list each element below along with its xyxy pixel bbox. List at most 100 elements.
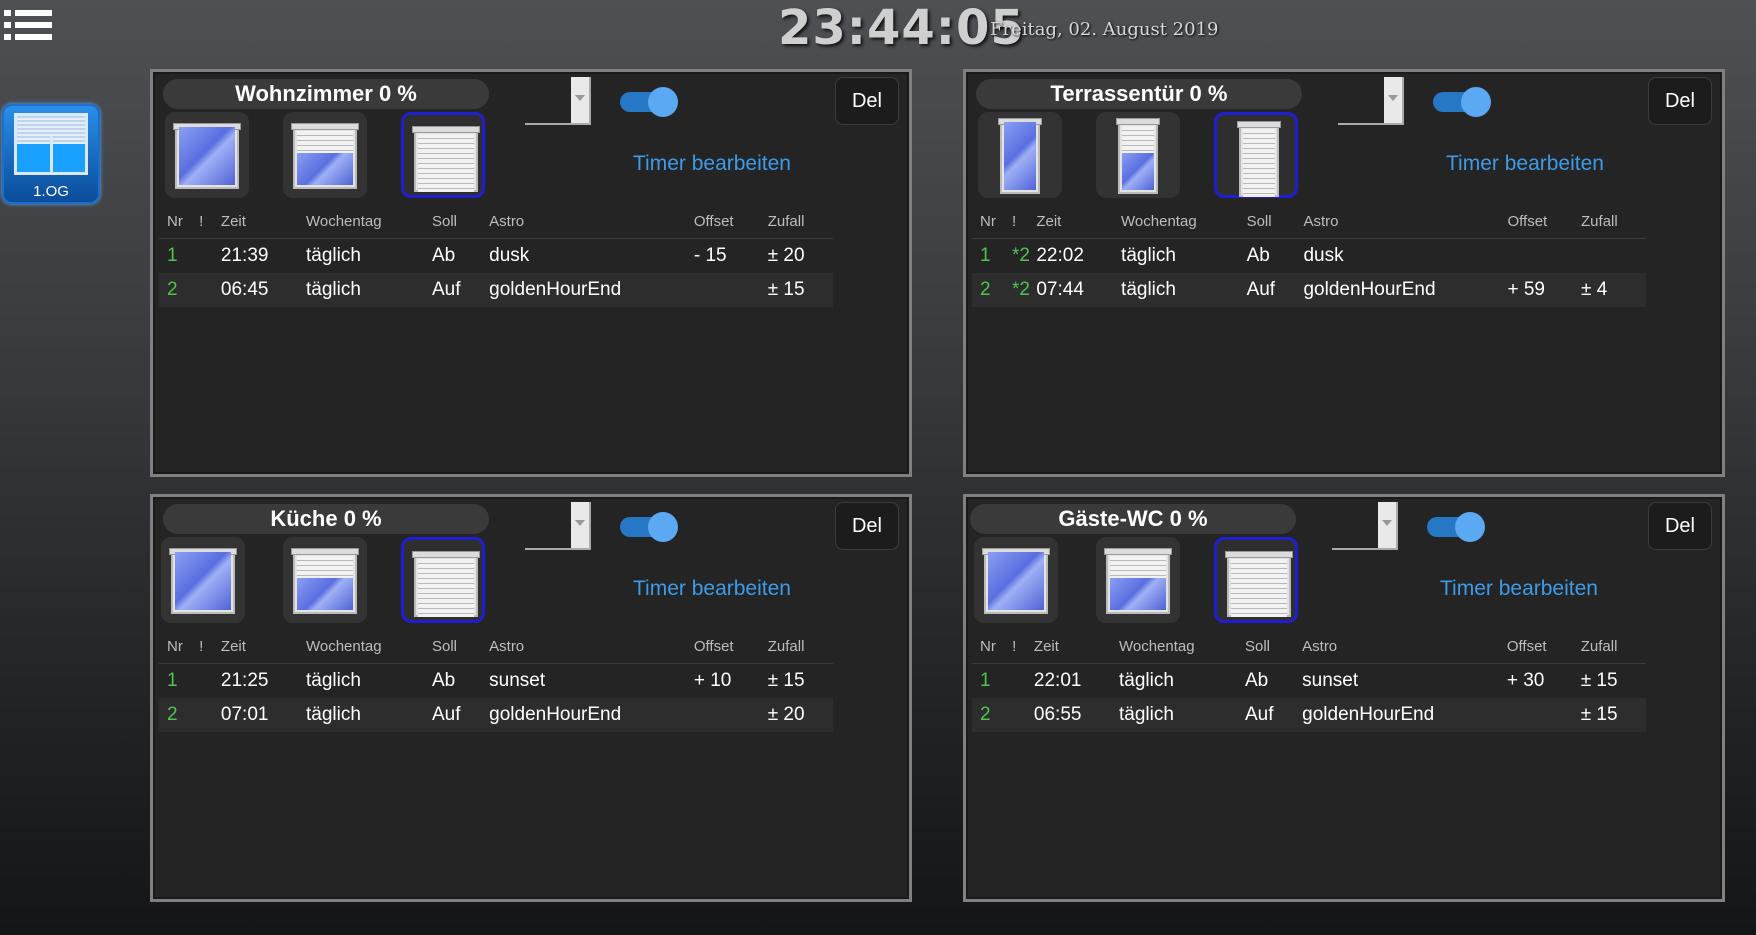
- table-row[interactable]: 2 *2 07:44 täglich Auf goldenHourEnd + 59 ± 4: [972, 273, 1646, 307]
- column-header: Offset: [693, 629, 768, 664]
- column-header: Wochentag: [305, 629, 432, 664]
- window-half-icon: [1116, 118, 1160, 194]
- close-button[interactable]: [1214, 537, 1298, 623]
- edit-timer-link[interactable]: Timer bearbeiten: [1440, 577, 1598, 601]
- mode-dropdown[interactable]: [1338, 77, 1404, 125]
- window-open-icon: [173, 123, 241, 189]
- column-header: Zeit: [220, 629, 306, 664]
- cell-wochentag: täglich: [305, 670, 361, 691]
- cell-nr: 1: [980, 245, 991, 266]
- cell-wochentag: täglich: [305, 698, 432, 732]
- open-button[interactable]: [978, 112, 1062, 198]
- window-open-icon: [169, 548, 237, 614]
- cell-offset: [693, 698, 768, 732]
- timer-table: Nr! Zeit Wochentag Soll Astro Offset Zufall 1 21…: [159, 204, 833, 307]
- close-button[interactable]: [401, 112, 485, 198]
- column-header: !: [199, 204, 221, 239]
- edit-timer-link[interactable]: Timer bearbeiten: [633, 152, 791, 176]
- column-header: Zufall: [1581, 204, 1646, 239]
- cell-offset: + 10: [693, 670, 732, 691]
- menu-icon[interactable]: [4, 8, 52, 48]
- cell-ex: [199, 239, 221, 274]
- close-button[interactable]: [1214, 112, 1298, 198]
- window-closed-icon: [1237, 121, 1281, 197]
- window-icon: [14, 113, 88, 175]
- half-button[interactable]: [1096, 537, 1180, 623]
- delete-button[interactable]: Del: [1648, 502, 1712, 550]
- mode-dropdown[interactable]: [1332, 502, 1398, 550]
- table-row[interactable]: 2 06:55 täglich Auf goldenHourEnd ± 15: [972, 698, 1646, 732]
- table-row[interactable]: 1 *2 22:02 täglich Ab dusk: [972, 239, 1646, 274]
- column-header: Zeit: [220, 204, 306, 239]
- column-header: Astro: [1303, 204, 1508, 239]
- cell-zeit: 21:39: [220, 245, 269, 266]
- cell-zeit: 07:01: [220, 698, 306, 732]
- clock-time: 23:44:05: [778, 0, 1025, 56]
- cell-nr: 2: [159, 698, 200, 732]
- window-half-icon: [291, 123, 359, 189]
- delete-button[interactable]: Del: [1648, 77, 1712, 125]
- cell-zufall: ± 15: [767, 273, 833, 307]
- table-row[interactable]: 1 21:39 täglich Ab dusk - 15 ± 20: [159, 239, 833, 274]
- chevron-down-icon: [575, 95, 585, 101]
- cell-offset: [693, 273, 768, 307]
- window-half-icon: [1104, 548, 1172, 614]
- open-button[interactable]: [974, 537, 1058, 623]
- column-header: Soll: [431, 204, 490, 239]
- cell-zufall: ± 20: [767, 698, 833, 732]
- timer-toggle[interactable]: [618, 87, 678, 117]
- cell-wochentag: täglich: [305, 273, 432, 307]
- cell-nr: 1: [167, 245, 178, 266]
- mode-dropdown[interactable]: [525, 502, 591, 550]
- floor-button[interactable]: 1.OG: [2, 104, 100, 204]
- window-open-icon: [998, 118, 1042, 194]
- half-button[interactable]: [283, 112, 367, 198]
- column-header: Zufall: [767, 629, 833, 664]
- cell-offset: - 15: [693, 245, 727, 266]
- half-button[interactable]: [1096, 112, 1180, 198]
- cell-nr: 2: [159, 273, 200, 307]
- cell-soll: Auf: [431, 273, 490, 307]
- timer-toggle[interactable]: [1431, 87, 1491, 117]
- window-closed-icon: [412, 551, 480, 617]
- open-button[interactable]: [165, 112, 249, 198]
- timer-toggle[interactable]: [1425, 512, 1485, 542]
- table-row[interactable]: 2 07:01 täglich Auf goldenHourEnd ± 20: [159, 698, 833, 732]
- cell-zufall: ± 4: [1581, 273, 1646, 307]
- delete-button[interactable]: Del: [835, 77, 899, 125]
- half-button[interactable]: [283, 537, 367, 623]
- column-header: Offset: [693, 204, 768, 239]
- cell-nr: 1: [980, 670, 991, 691]
- cell-zufall: [1581, 239, 1646, 274]
- panel-title: Gäste-WC 0 %: [970, 504, 1296, 534]
- cell-ex: [199, 664, 221, 699]
- panel-terrassentuer: Terrassentür 0 % Del Timer bearbeiten Nr! Z…: [963, 69, 1725, 477]
- edit-timer-link[interactable]: Timer bearbeiten: [633, 577, 791, 601]
- cell-soll: Ab: [1246, 245, 1270, 266]
- column-header: Soll: [1246, 204, 1304, 239]
- column-header: !: [1011, 204, 1037, 239]
- column-header: Offset: [1507, 204, 1582, 239]
- close-button[interactable]: [401, 537, 485, 623]
- table-row[interactable]: 1 22:01 täglich Ab sunset + 30 ± 15: [972, 664, 1646, 699]
- table-row[interactable]: 1 21:25 täglich Ab sunset + 10 ± 15: [159, 664, 833, 699]
- column-header: Zeit: [1036, 204, 1122, 239]
- cell-nr: 2: [972, 273, 1012, 307]
- cell-ex: [1012, 664, 1034, 699]
- delete-button[interactable]: Del: [835, 502, 899, 550]
- cell-ex: *2: [1011, 273, 1037, 307]
- column-header: Wochentag: [305, 204, 432, 239]
- column-header: Wochentag: [1118, 629, 1245, 664]
- open-button[interactable]: [161, 537, 245, 623]
- cell-zufall: ± 15: [767, 670, 805, 691]
- mode-dropdown[interactable]: [525, 77, 591, 125]
- cell-zeit: 21:25: [220, 670, 269, 691]
- cell-soll: Ab: [1244, 670, 1269, 691]
- timer-toggle[interactable]: [618, 512, 678, 542]
- panel-gaeste-wc: Gäste-WC 0 % Del Timer bearbeiten Nr! Zeit W…: [963, 494, 1725, 902]
- edit-timer-link[interactable]: Timer bearbeiten: [1446, 152, 1604, 176]
- table-row[interactable]: 2 06:45 täglich Auf goldenHourEnd ± 15: [159, 273, 833, 307]
- cell-ex: [199, 273, 221, 307]
- timer-table: Nr! Zeit Wochentag Soll Astro Offset Zufall 1 *2…: [972, 204, 1646, 307]
- cell-soll: Ab: [431, 245, 456, 266]
